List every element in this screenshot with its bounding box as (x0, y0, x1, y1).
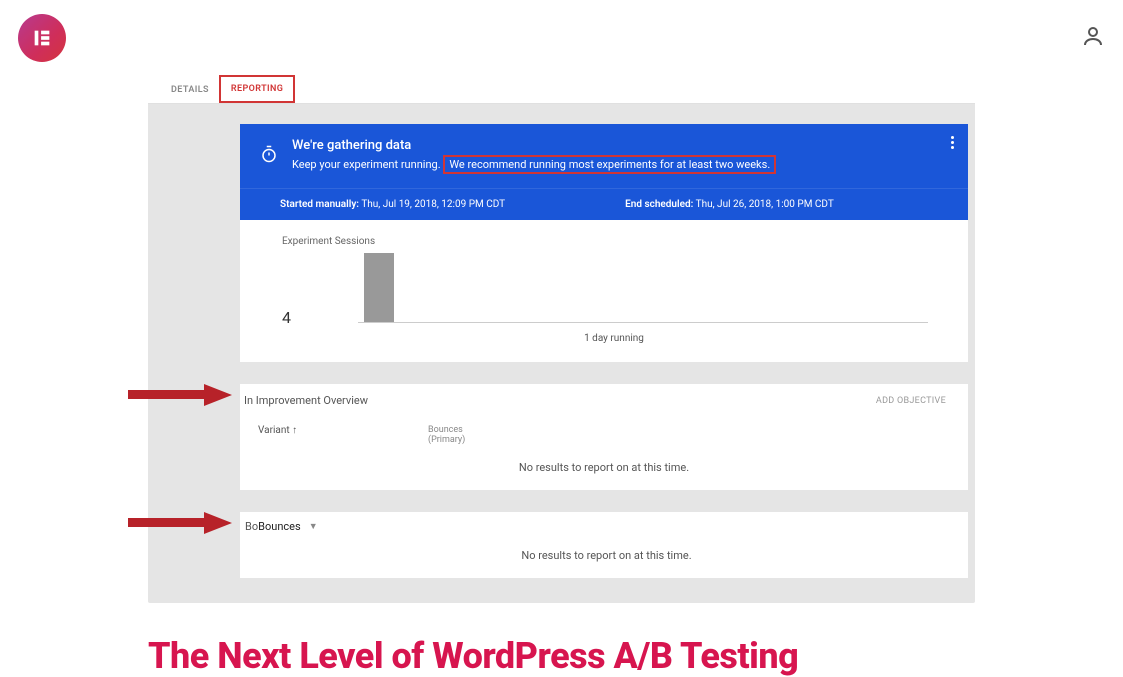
sort-asc-icon: ↑ (292, 425, 297, 436)
start-label: Started manually: (280, 199, 359, 210)
gathering-banner: We're gathering data Keep your experimen… (240, 124, 968, 188)
optimize-report-screenshot: DETAILS REPORTING We're gathering data K… (148, 76, 975, 603)
overview-title: Improvement Overview (256, 394, 368, 407)
sessions-card: We're gathering data Keep your experimen… (240, 124, 968, 362)
end-label: End scheduled: (625, 199, 693, 210)
bounces-dropdown[interactable]: Bounces (258, 520, 301, 533)
chart-bar (364, 253, 394, 323)
tab-details[interactable]: DETAILS (161, 76, 219, 104)
article-heading: The Next Level of WordPress A/B Testing (0, 603, 1123, 677)
top-navbar (0, 0, 1123, 76)
chevron-down-icon[interactable]: ▼ (309, 521, 318, 532)
elementor-logo-icon (31, 27, 53, 49)
sessions-value: 4 (282, 308, 358, 327)
col-primary: (Primary) (428, 435, 465, 445)
improvement-card: In Improvement Overview ADD OBJECTIVE Va… (240, 384, 968, 490)
user-account-icon[interactable] (1081, 24, 1105, 52)
banner-recommend: We recommend running most experiments fo… (443, 155, 776, 174)
schedule-row: Started manually: Thu, Jul 19, 2018, 12:… (240, 188, 968, 220)
elementor-logo[interactable] (18, 14, 66, 62)
chart-axis (358, 322, 928, 323)
bounces-card: BoBounces ▼ No results to report on at t… (240, 512, 968, 578)
end-value: Thu, Jul 26, 2018, 1:00 PM CDT (696, 199, 834, 210)
banner-title: We're gathering data (292, 138, 776, 153)
add-objective-button[interactable]: ADD OBJECTIVE (876, 396, 946, 406)
col-bounces[interactable]: Bounces (428, 425, 465, 435)
report-tabs: DETAILS REPORTING (148, 76, 975, 104)
tab-reporting[interactable]: REPORTING (219, 75, 295, 103)
start-value: Thu, Jul 19, 2018, 12:09 PM CDT (361, 199, 505, 210)
banner-keep: Keep your experiment running. (292, 158, 441, 171)
bounces-no-results: No results to report on at this time. (245, 533, 968, 578)
stopwatch-icon (260, 145, 278, 167)
col-variant[interactable]: Variant (258, 425, 290, 436)
more-menu-icon[interactable] (951, 136, 954, 149)
sessions-chart (358, 253, 946, 327)
bounces-prefix: Bo (245, 520, 258, 533)
sessions-label: Experiment Sessions (282, 236, 946, 247)
running-label: 1 day running (282, 327, 946, 352)
overview-no-results: No results to report on at this time. (240, 445, 968, 490)
